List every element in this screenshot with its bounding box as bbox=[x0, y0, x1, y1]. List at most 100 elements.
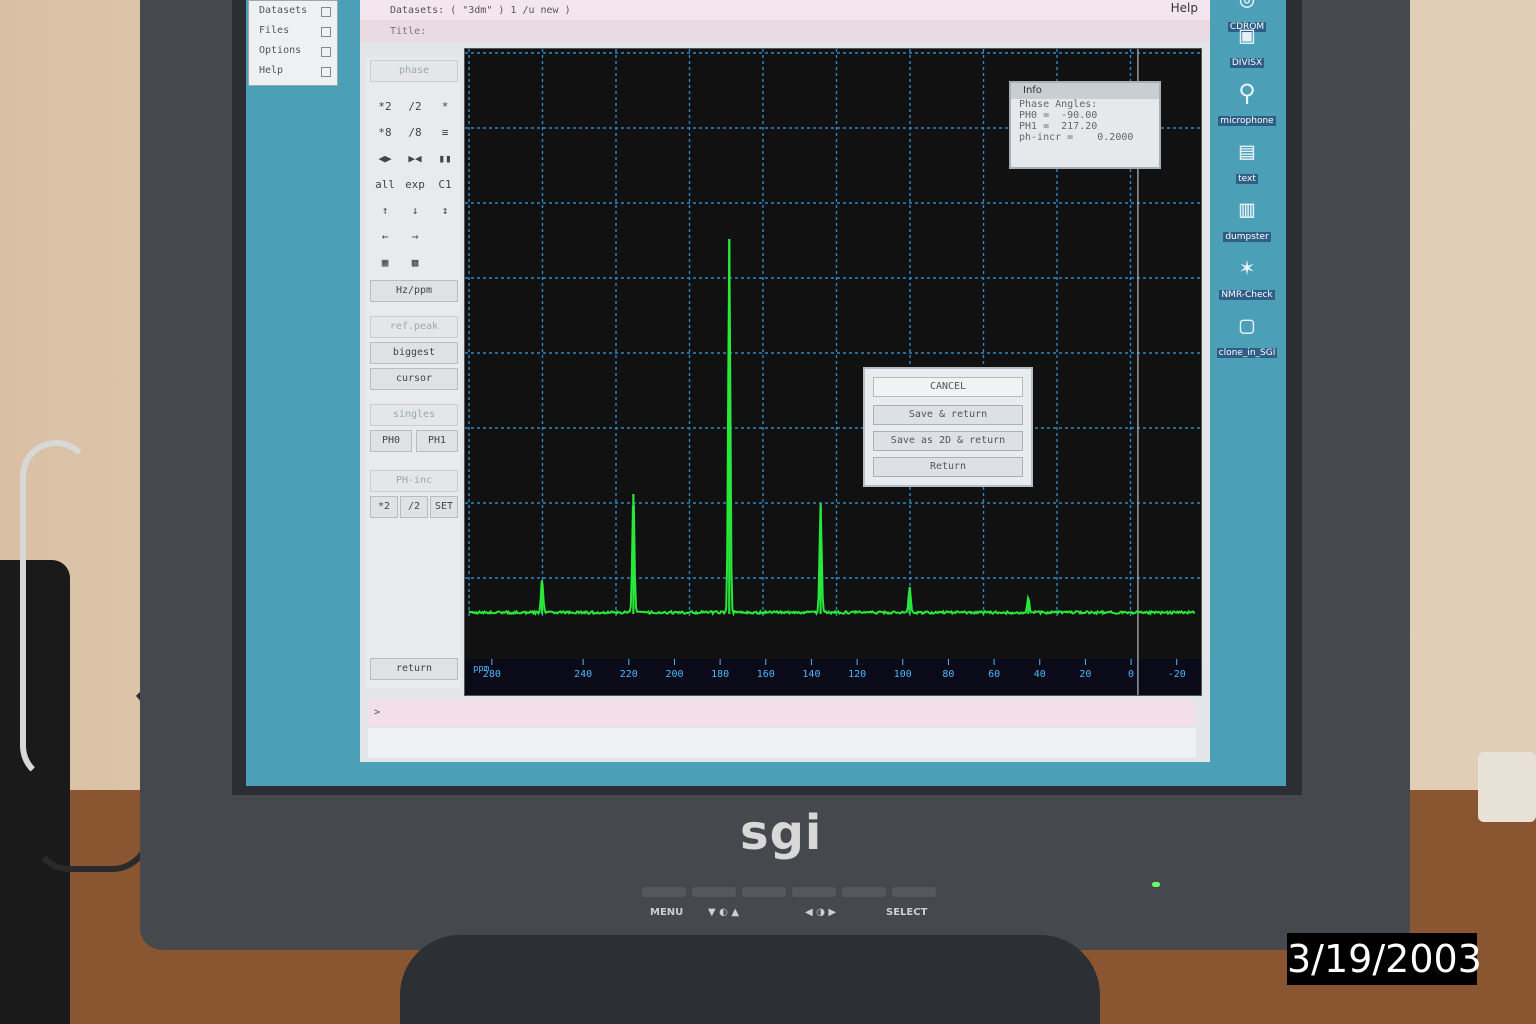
x-tick-label: 20 bbox=[1079, 669, 1091, 680]
command-prompt: > bbox=[374, 707, 381, 718]
select-hw-label: SELECT bbox=[886, 907, 928, 918]
return-button[interactable]: return bbox=[370, 658, 458, 680]
x-tick-label: 280 bbox=[483, 669, 501, 680]
menu-item-options[interactable]: Options bbox=[249, 41, 337, 61]
x-tick-label: 120 bbox=[848, 669, 866, 680]
biggest-button[interactable]: biggest bbox=[370, 342, 458, 364]
tool-icon[interactable]: *2 bbox=[374, 98, 396, 116]
x-tick-label: 160 bbox=[757, 669, 775, 680]
tool-icon[interactable]: ▦ bbox=[374, 254, 396, 272]
desktop-icon-label: text bbox=[1236, 174, 1258, 184]
network-icon: ▣ bbox=[1239, 21, 1255, 49]
tool-icon[interactable]: ▮▮ bbox=[434, 150, 456, 168]
x-tick-label: 140 bbox=[802, 669, 820, 680]
sgi-logo: sgi bbox=[740, 805, 823, 861]
info-line: Phase Angles: bbox=[1019, 99, 1098, 110]
tool-icon[interactable]: /2 bbox=[404, 98, 426, 116]
down-hw-button[interactable] bbox=[692, 887, 736, 897]
help-menu[interactable]: Help bbox=[1171, 1, 1198, 15]
tool-icon[interactable]: /8 bbox=[404, 124, 426, 142]
nmr-app-window: Datasets: ( "3dm" ) 1 /u new ) Help Titl… bbox=[360, 0, 1210, 762]
window-title: Datasets: ( "3dm" ) 1 /u new ) bbox=[390, 5, 571, 16]
x-tick-label: 240 bbox=[574, 669, 592, 680]
tool-icon[interactable]: ▩ bbox=[404, 254, 426, 272]
terminal-icon: ▢ bbox=[1239, 311, 1255, 339]
info-box: Info Phase Angles: PH0 = -90.00 PH1 = 21… bbox=[1009, 81, 1161, 169]
hz-ppm-button[interactable]: Hz/ppm bbox=[370, 280, 458, 302]
monitor-buttons bbox=[642, 887, 936, 897]
phinc-multiply-button[interactable]: *2 bbox=[370, 496, 398, 518]
phinc-set-button[interactable]: SET bbox=[430, 496, 458, 518]
trash-icon: ▥ bbox=[1239, 195, 1255, 223]
tool-icon[interactable]: C1 bbox=[434, 176, 456, 194]
desktop-icon-label: DIVISX bbox=[1229, 58, 1265, 68]
menu-item-datasets[interactable]: Datasets bbox=[249, 1, 337, 21]
save-return-button[interactable]: Save & return bbox=[873, 405, 1023, 425]
date-stamp: 3/19/2003 bbox=[1287, 933, 1482, 985]
menu-hw-button[interactable] bbox=[642, 887, 686, 897]
menu-panel: Datasets Files Options Help bbox=[248, 0, 338, 86]
tool-icon[interactable]: → bbox=[404, 228, 426, 246]
return-dialog-button[interactable]: Return bbox=[873, 457, 1023, 477]
spectrum-plot[interactable]: ppm 280 240 220 200 180 160 140 120 100 80 60 40 20 0-… bbox=[464, 48, 1205, 696]
tool-icon[interactable]: ↓ bbox=[404, 202, 426, 220]
microphone-icon: ⚲ bbox=[1238, 79, 1256, 107]
tool-icon[interactable]: ↕ bbox=[434, 202, 456, 220]
spectrum-trace bbox=[468, 239, 1196, 617]
menu-item-files[interactable]: Files bbox=[249, 21, 337, 41]
up-hw-button[interactable] bbox=[742, 887, 786, 897]
menu-item-help[interactable]: Help bbox=[249, 61, 337, 81]
desktop-icon-nmr-check[interactable]: ✶ NMR-Check bbox=[1212, 252, 1282, 301]
desktop-icon-divisx[interactable]: ▣ DIVISX bbox=[1212, 20, 1282, 69]
cursor-button[interactable]: cursor bbox=[370, 368, 458, 390]
x-tick-label: 40 bbox=[1034, 669, 1046, 680]
tool-icon[interactable]: ≡ bbox=[434, 124, 456, 142]
tool-icon[interactable]: *8 bbox=[374, 124, 396, 142]
tool-icon[interactable]: ▶◀ bbox=[404, 150, 426, 168]
tool-icon[interactable]: ◀▶ bbox=[374, 150, 396, 168]
menu-hw-label: MENU bbox=[650, 907, 684, 918]
tool-icon[interactable]: ← bbox=[374, 228, 396, 246]
phase-section: phase bbox=[370, 60, 458, 82]
desktop-icon-dumpster[interactable]: ▥ dumpster bbox=[1212, 194, 1282, 243]
x-tick-label: 80 bbox=[942, 669, 954, 680]
tool-icon[interactable]: exp bbox=[404, 176, 426, 194]
info-line: PH0 = -90.00 bbox=[1019, 110, 1098, 121]
select-hw-button[interactable] bbox=[892, 887, 936, 897]
desktop-icon-text[interactable]: ▤ text bbox=[1212, 136, 1282, 185]
status-area bbox=[368, 728, 1196, 758]
screen: Datasets Files Options Help Datasets: ( … bbox=[246, 0, 1286, 786]
x-tick-label: 100 bbox=[894, 669, 912, 680]
tool-icon[interactable]: * bbox=[434, 98, 456, 116]
ph0-button[interactable]: PH0 bbox=[370, 430, 412, 452]
refpeak-section: ref.peak bbox=[370, 316, 458, 338]
x-tick-label: 220 bbox=[620, 669, 638, 680]
contrast-hw-label: ◀ ◑ ▶ bbox=[805, 907, 837, 918]
tool-icon[interactable]: all bbox=[374, 176, 396, 194]
command-line[interactable]: > bbox=[368, 700, 1196, 726]
singles-section: singles bbox=[370, 404, 458, 426]
info-line: ph-incr = 0.2000 bbox=[1019, 132, 1134, 143]
tool-icon[interactable]: ↑ bbox=[374, 202, 396, 220]
desktop-icon-microphone[interactable]: ⚲ microphone bbox=[1212, 78, 1282, 127]
phinc-divide-button[interactable]: /2 bbox=[400, 496, 428, 518]
right-hw-button[interactable] bbox=[842, 887, 886, 897]
desktop-icon-clone-in-sgi[interactable]: ▢ clone_in_SGI bbox=[1212, 310, 1282, 359]
ph1-button[interactable]: PH1 bbox=[416, 430, 458, 452]
x-tick-label: 0 bbox=[1128, 669, 1134, 680]
desktop-icon-label: dumpster bbox=[1223, 232, 1271, 242]
x-tick-label: 180 bbox=[711, 669, 729, 680]
tool-panel: phase *2/2 * *8/8 ≡ ◀▶ ▶◀ ▮▮ all exp C1 ↑ ↓ ↕ ← → ▦ ▩ Hz… bbox=[366, 58, 460, 688]
save-2d-return-button[interactable]: Save as 2D & return bbox=[873, 431, 1023, 451]
title-label: Title: bbox=[390, 26, 427, 37]
nmr-icon: ✶ bbox=[1239, 253, 1255, 281]
cable bbox=[30, 680, 152, 872]
desktop-icon-label: microphone bbox=[1218, 116, 1276, 126]
info-line: PH1 = 217.20 bbox=[1019, 121, 1098, 132]
info-box-title: Info bbox=[1011, 83, 1159, 99]
cancel-button[interactable]: CANCEL bbox=[873, 377, 1023, 397]
x-tick-label: 200 bbox=[665, 669, 683, 680]
desktop-icon-label: clone_in_SGI bbox=[1216, 348, 1278, 358]
title-bar: Datasets: ( "3dm" ) 1 /u new ) Help bbox=[360, 0, 1210, 20]
left-hw-button[interactable] bbox=[792, 887, 836, 897]
